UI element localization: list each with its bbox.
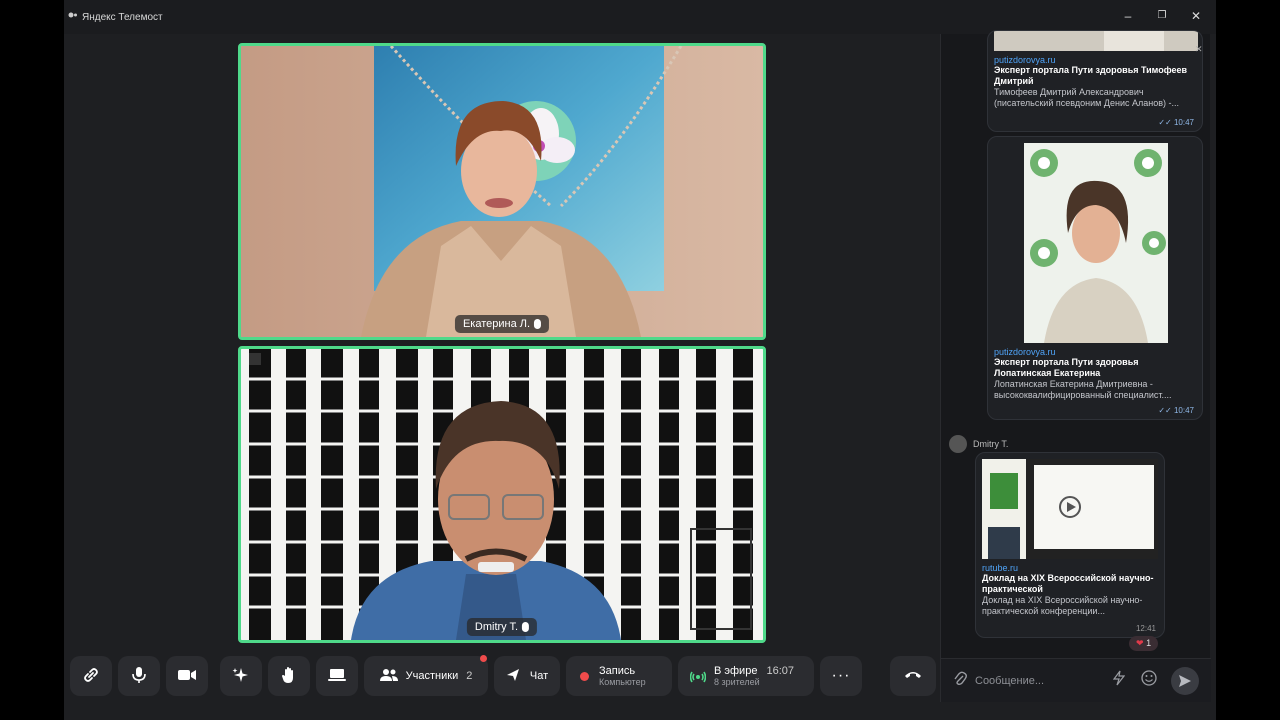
- meeting-toolbar: Участники 2 Чат Запись Компьютер В эфире: [64, 650, 940, 704]
- link-domain[interactable]: putizdorovya.ru: [994, 347, 1196, 357]
- close-window-button[interactable]: ✕: [1188, 8, 1204, 24]
- record-icon: [580, 671, 589, 681]
- chat-message[interactable]: rutube.ru Доклад на XIX Всероссийской на…: [975, 452, 1165, 638]
- link-preview-image: [1024, 143, 1168, 343]
- message-time: ✓✓ 10:47: [1158, 406, 1194, 415]
- broadcast-icon: [689, 667, 707, 686]
- send-button[interactable]: [1171, 666, 1199, 695]
- raise-hand-button[interactable]: [268, 656, 310, 696]
- link-description: Лопатинская Екатерина Дмитриевна - высок…: [994, 379, 1172, 400]
- effects-button[interactable]: [220, 656, 262, 696]
- live-viewers: 8 зрителей: [714, 677, 760, 687]
- link-domain[interactable]: putizdorovya.ru: [994, 55, 1196, 65]
- sender-name: Dmitry T.: [973, 439, 1009, 449]
- mic-icon: [522, 622, 530, 632]
- link-title[interactable]: Эксперт портала Пути здоровья Тимофеев Д…: [994, 65, 1196, 87]
- hang-up-icon: [904, 670, 922, 683]
- video-stage: Екатерина Л. Dmitry T.: [64, 34, 936, 650]
- avatar[interactable]: [949, 435, 967, 453]
- link-domain[interactable]: rutube.ru: [982, 563, 1158, 573]
- emoji-icon[interactable]: [1141, 670, 1157, 691]
- message-time: 12:41: [1135, 624, 1156, 633]
- sparkles-icon: [232, 666, 250, 687]
- chat-button[interactable]: Чат: [494, 656, 560, 696]
- participant-video-2: [241, 349, 763, 640]
- participants-label: Участники: [405, 670, 459, 682]
- live-stream-button[interactable]: В эфире 16:07 8 зрителей: [678, 656, 814, 696]
- participant-tile-2[interactable]: Dmitry T.: [238, 346, 766, 643]
- unread-dot: [480, 655, 487, 662]
- record-button[interactable]: Запись Компьютер: [566, 656, 672, 696]
- pin-icon[interactable]: [249, 353, 261, 365]
- microphone-button[interactable]: [118, 656, 160, 696]
- chat-panel: putizdorovya.ru Эксперт портала Пути здо…: [940, 30, 1211, 702]
- window-title: Яндекс Телемост: [82, 11, 163, 23]
- participant-video-1: [241, 46, 763, 337]
- screen-share-icon: [328, 668, 346, 685]
- lightning-icon[interactable]: [1112, 670, 1126, 691]
- live-label: В эфире: [714, 665, 758, 677]
- mic-icon: [534, 319, 542, 329]
- live-time: 16:07: [766, 665, 795, 677]
- microphone-icon: [131, 666, 147, 687]
- camera-icon: [177, 668, 197, 685]
- message-sender: Dmitry T.: [949, 435, 1008, 453]
- chat-message[interactable]: putizdorovya.ru Эксперт портала Пути здо…: [987, 30, 1203, 132]
- title-bar: Яндекс Телемост – ❐ ✕: [64, 0, 1216, 34]
- record-sub: Компьютер: [599, 677, 646, 687]
- telemost-window: Яндекс Телемост – ❐ ✕ Екатерина Л. Dmitr…: [64, 0, 1216, 720]
- attach-icon[interactable]: [953, 671, 967, 690]
- link-preview-image: [994, 31, 1198, 51]
- heart-icon: ❤: [1136, 638, 1144, 648]
- message-input-bar: Сообщение...: [941, 658, 1211, 702]
- send-arrow-icon: [506, 668, 520, 685]
- link-title[interactable]: Эксперт портала Пути здоровья Лопатинска…: [994, 357, 1196, 379]
- record-label: Запись: [599, 665, 636, 677]
- participants-button[interactable]: Участники 2: [364, 656, 488, 696]
- minimize-button[interactable]: –: [1120, 8, 1136, 24]
- video-preview-image[interactable]: [982, 459, 1158, 559]
- letterbox-right: [1216, 0, 1280, 720]
- participants-count: 2: [466, 670, 473, 682]
- maximize-button[interactable]: ❐: [1154, 8, 1170, 24]
- participant-tile-1[interactable]: Екатерина Л.: [238, 43, 766, 340]
- participant-name: Екатерина Л.: [462, 318, 531, 330]
- app-logo-icon: [68, 11, 80, 23]
- close-preview-button[interactable]: ✕: [1195, 44, 1203, 55]
- hand-icon: [281, 666, 297, 687]
- link-description: Тимофеев Дмитрий Александрович (писатель…: [994, 87, 1179, 108]
- letterbox-left: [0, 0, 64, 720]
- camera-button[interactable]: [166, 656, 208, 696]
- hang-up-button[interactable]: [890, 656, 936, 696]
- reaction-badge[interactable]: ❤ 1: [1129, 636, 1159, 651]
- link-description: Доклад на XIX Всероссийской научно-практ…: [982, 595, 1143, 616]
- participant-name: Dmitry T.: [474, 621, 519, 633]
- people-icon: [379, 668, 398, 685]
- more-button[interactable]: ···: [820, 656, 862, 696]
- screen-share-button[interactable]: [316, 656, 358, 696]
- chat-label: Чат: [529, 670, 549, 682]
- message-time: ✓✓ 10:47: [1158, 118, 1194, 127]
- link-title[interactable]: Доклад на XIX Всероссийской научно-практ…: [982, 573, 1158, 595]
- send-icon: [1179, 674, 1191, 687]
- chat-message[interactable]: putizdorovya.ru Эксперт портала Пути здо…: [987, 136, 1203, 420]
- copy-link-button[interactable]: [70, 656, 112, 696]
- link-icon: [82, 666, 100, 687]
- participant-name-chip: Dmitry T.: [466, 618, 538, 636]
- participant-name-chip: Екатерина Л.: [454, 315, 550, 333]
- message-input[interactable]: Сообщение...: [975, 675, 1105, 687]
